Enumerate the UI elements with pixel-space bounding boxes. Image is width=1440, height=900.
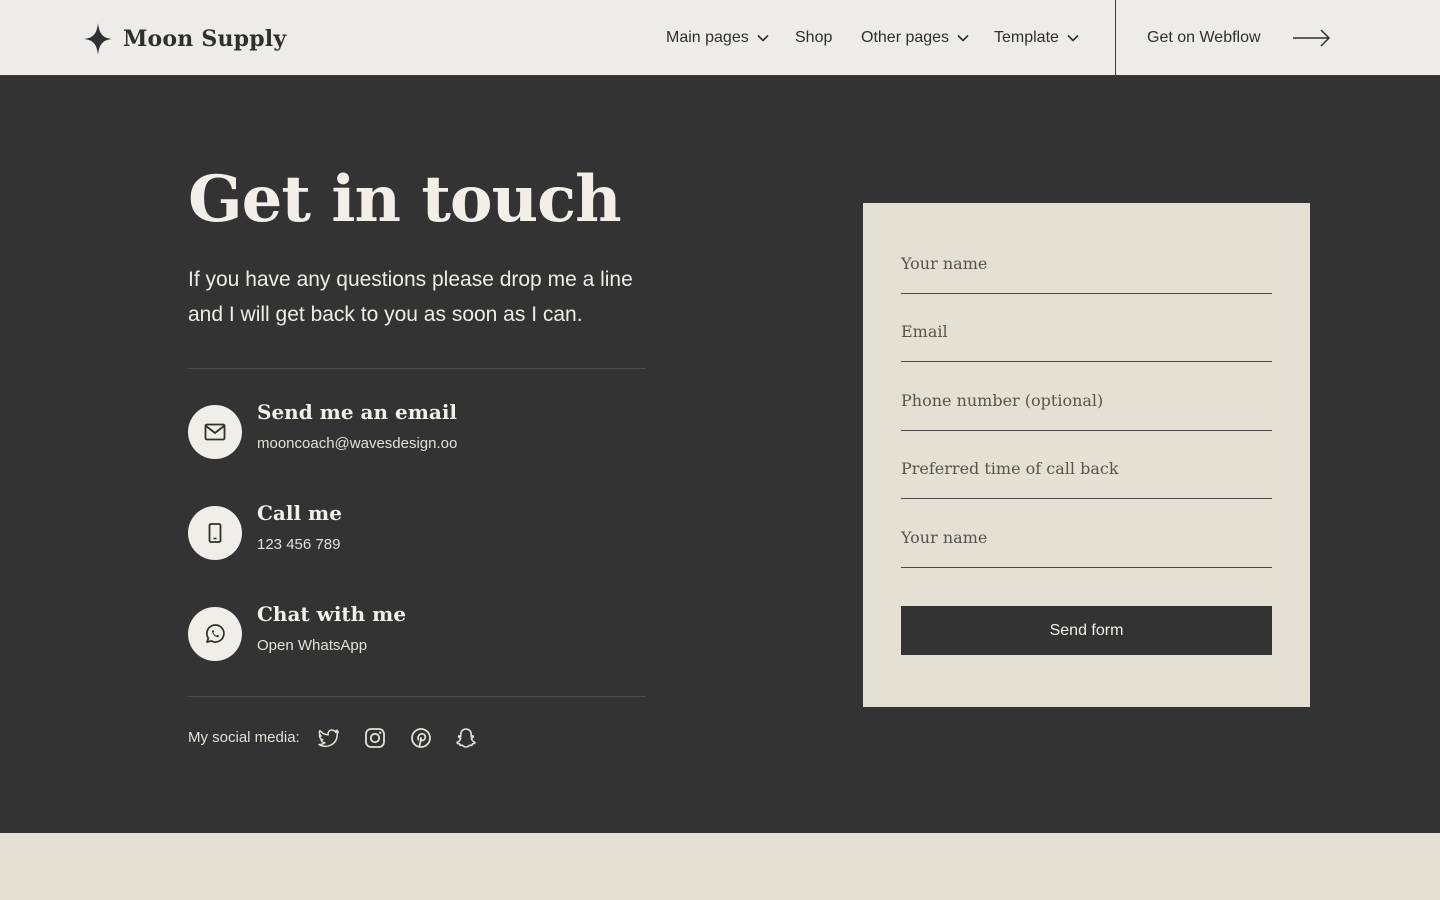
header-divider bbox=[1115, 0, 1116, 76]
get-on-webflow-link[interactable]: Get on Webflow bbox=[1147, 26, 1261, 50]
name-field-2[interactable]: Your name bbox=[901, 518, 1272, 568]
chevron-down-icon bbox=[757, 34, 769, 42]
divider bbox=[188, 368, 646, 369]
divider bbox=[188, 696, 646, 697]
contact-call-value[interactable]: 123 456 789 bbox=[257, 534, 340, 556]
contact-call: Call me 123 456 789 bbox=[188, 501, 646, 561]
nav-other-pages-label: Other pages bbox=[861, 29, 950, 46]
arrow-right-icon[interactable] bbox=[1292, 28, 1332, 48]
envelope-icon[interactable] bbox=[188, 405, 242, 459]
contact-chat: Chat with me Open WhatsApp bbox=[188, 602, 646, 662]
nav-other-pages[interactable]: Other pages bbox=[861, 26, 969, 50]
contact-email-value[interactable]: mooncoach@wavesdesign.oo bbox=[257, 433, 457, 455]
twitter-icon[interactable] bbox=[318, 727, 340, 749]
email-field-placeholder: Email bbox=[901, 322, 948, 341]
phone-icon[interactable] bbox=[188, 506, 242, 560]
nav-shop-label: Shop bbox=[795, 29, 833, 46]
phone-field[interactable]: Phone number (optional) bbox=[901, 381, 1272, 431]
phone-field-placeholder: Phone number (optional) bbox=[901, 391, 1104, 410]
contact-chat-value[interactable]: Open WhatsApp bbox=[257, 635, 367, 657]
email-field[interactable]: Email bbox=[901, 312, 1272, 362]
name-field[interactable]: Your name bbox=[901, 244, 1272, 294]
contact-email-title: Send me an email bbox=[257, 400, 458, 424]
chevron-down-icon bbox=[957, 34, 969, 42]
site-header: Moon Supply Main pages Shop Other pages … bbox=[0, 0, 1440, 76]
footer-strip bbox=[0, 833, 1440, 900]
page-title: Get in touch bbox=[188, 162, 622, 237]
pinterest-icon[interactable] bbox=[410, 727, 432, 749]
callback-time-field[interactable]: Preferred time of call back bbox=[901, 449, 1272, 499]
snapchat-icon[interactable] bbox=[455, 727, 477, 749]
contact-call-title: Call me bbox=[257, 501, 342, 525]
nav-shop[interactable]: Shop bbox=[795, 26, 832, 50]
nav-template[interactable]: Template bbox=[994, 26, 1079, 50]
whatsapp-icon[interactable] bbox=[188, 607, 242, 661]
instagram-icon[interactable] bbox=[364, 727, 386, 749]
name-field-2-placeholder: Your name bbox=[901, 528, 988, 547]
contact-chat-title: Chat with me bbox=[257, 602, 407, 626]
callback-time-field-placeholder: Preferred time of call back bbox=[901, 459, 1119, 478]
send-form-button[interactable]: Send form bbox=[901, 606, 1272, 655]
nav-main-pages-label: Main pages bbox=[666, 29, 749, 46]
chevron-down-icon bbox=[1067, 34, 1079, 42]
nav-main-pages[interactable]: Main pages bbox=[666, 26, 769, 50]
social-media-label: My social media: bbox=[188, 729, 300, 746]
contact-email: Send me an email mooncoach@wavesdesign.o… bbox=[188, 400, 646, 460]
page-subtitle: If you have any questions please drop me… bbox=[188, 268, 633, 326]
contact-form: Your name Email Phone number (optional) … bbox=[863, 203, 1310, 707]
name-field-placeholder: Your name bbox=[901, 254, 988, 273]
nav-template-label: Template bbox=[994, 29, 1059, 46]
